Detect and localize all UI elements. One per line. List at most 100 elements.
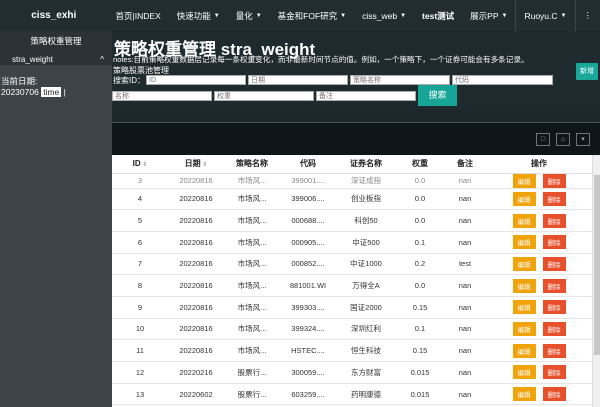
cell-security-name: 东方财富	[336, 361, 396, 384]
table-row[interactable]: 8 20220816 市场风... 881001.WI 万得全A 0.0 nan 编辑 删除	[112, 274, 592, 297]
delete-button[interactable]: 删除	[542, 278, 566, 293]
cell-weight: 0.0	[396, 173, 444, 189]
cell-code: HSTEC....	[280, 339, 336, 362]
cell-date: 20220216	[168, 361, 224, 384]
cell-weight: 0.1	[396, 318, 444, 341]
home-icon[interactable]: ⌂	[556, 133, 570, 146]
date-input[interactable]	[248, 75, 348, 85]
table-row[interactable]: 13 20220602 股票行... 603259.... 药明康德 0.015 nan 编辑…	[112, 383, 592, 406]
nav-item-5[interactable]: test测试	[414, 10, 462, 22]
table-row[interactable]: 7 20220816 市场风... 000852.... 中证1000 0.2 test 编辑…	[112, 253, 592, 276]
column-header-2[interactable]: 策略名称	[224, 155, 280, 174]
brand-logo[interactable]: ciss_exhi	[0, 10, 108, 21]
nav-item-6[interactable]: 展示PP ▼	[462, 10, 515, 22]
id-input[interactable]	[146, 75, 246, 85]
cell-weight: 0.15	[396, 339, 444, 362]
cell-strategy: 市场风...	[224, 231, 280, 254]
delete-button[interactable]: 删除	[542, 343, 566, 358]
table-row[interactable]: 5 20220816 市场风... 000688.... 科创50 0.0 nan 编辑 删除	[112, 209, 592, 232]
column-header-5[interactable]: 权重	[396, 155, 444, 174]
delete-button[interactable]: 删除	[542, 173, 566, 188]
cell-security-name: 深证成指	[336, 173, 396, 189]
edit-button[interactable]: 编辑	[512, 300, 536, 315]
remark-input[interactable]	[316, 91, 416, 101]
column-header-0[interactable]: ID ⇕	[112, 155, 168, 174]
sidebar-item-label: stra_weight	[12, 54, 53, 64]
column-header-6[interactable]: 备注	[444, 155, 486, 174]
delete-button[interactable]: 删除	[542, 300, 566, 315]
date-value-row: 20230706 time |	[1, 87, 112, 98]
more-menu-icon[interactable]: ⋮	[576, 10, 600, 21]
nav-item-3[interactable]: 基金和FOF研究 ▼	[270, 10, 354, 22]
cell-date: 20220602	[168, 383, 224, 406]
delete-button[interactable]: 删除	[542, 365, 566, 380]
edit-button[interactable]: 编辑	[512, 278, 536, 293]
edit-button[interactable]: 编辑	[512, 213, 536, 228]
table-row[interactable]: 12 20220216 股票行... 300059.... 东方财富 0.015 nan 编辑…	[112, 361, 592, 384]
add-button[interactable]: 新增	[576, 63, 598, 80]
delete-button[interactable]: 删除	[542, 387, 566, 402]
columns-dropdown-icon[interactable]: ▾	[576, 133, 590, 146]
table-row[interactable]: 3 20220816 市场风... 399001.... 深证成指 0.0 nan 编辑 删除	[112, 173, 592, 189]
nav-item-1[interactable]: 快速功能 ▼	[169, 10, 228, 22]
table-row[interactable]: 9 20220816 市场风... 399303.... 国证2000 0.15 nan 编辑…	[112, 296, 592, 319]
edit-button[interactable]: 编辑	[512, 235, 536, 250]
sidebar-item-stra-weight[interactable]: stra_weight ^	[0, 53, 112, 65]
sort-icon[interactable]: ⇕	[141, 162, 147, 168]
cell-actions: 编辑 删除	[486, 274, 592, 297]
current-date-panel: 当前日期: 20230706 time |	[0, 65, 112, 98]
edit-button[interactable]: 编辑	[512, 365, 536, 380]
vertical-scrollbar[interactable]	[592, 155, 600, 407]
column-header-label: 证券名称	[350, 159, 382, 169]
column-header-label: 策略名称	[236, 159, 268, 169]
nav-item-0[interactable]: 首页|INDEX	[108, 10, 169, 22]
sidebar: 策略权重管理 stra_weight ^ 当前日期: 20230706 time…	[0, 31, 112, 407]
cell-strategy: 市场风...	[224, 173, 280, 189]
table-row[interactable]: 10 20220816 市场风... 399324.... 深圳红利 0.1 nan 编辑 删除	[112, 318, 592, 341]
column-header-3[interactable]: 代码	[280, 155, 336, 174]
cell-id: 12	[112, 361, 168, 384]
edit-button[interactable]: 编辑	[512, 321, 536, 336]
edit-button[interactable]: 编辑	[512, 343, 536, 358]
code-input[interactable]	[452, 75, 553, 85]
delete-button[interactable]: 删除	[542, 321, 566, 336]
delete-button[interactable]: 删除	[542, 235, 566, 250]
toggle-view-icon[interactable]: □	[536, 133, 550, 146]
sort-icon[interactable]: ⇕	[201, 162, 207, 168]
delete-button[interactable]: 删除	[542, 191, 566, 206]
chevron-down-icon: ▼	[400, 12, 407, 19]
search-button[interactable]: 搜索	[418, 85, 457, 106]
table-row[interactable]: 6 20220816 市场风... 000905.... 中证500 0.1 nan 编辑 删除	[112, 231, 592, 254]
nav-item-label: 展示PP	[470, 10, 499, 21]
scrollbar-thumb[interactable]	[594, 175, 600, 355]
cell-date: 20220816	[168, 188, 224, 211]
table-toolbar: □ ⌂ ▾	[112, 122, 600, 155]
column-header-7[interactable]: 操作	[486, 155, 592, 174]
chevron-down-icon: ▼	[213, 12, 220, 19]
table-row[interactable]: 4 20220816 市场风... 399006.... 创业板指 0.0 nan 编辑 删除	[112, 188, 592, 211]
cell-actions: 编辑 删除	[486, 339, 592, 362]
nav-item-2[interactable]: 量化 ▼	[228, 10, 270, 22]
edit-button[interactable]: 编辑	[512, 256, 536, 271]
weight-input[interactable]	[214, 91, 314, 101]
cell-security-name: 科创50	[336, 209, 396, 232]
delete-button[interactable]: 删除	[542, 256, 566, 271]
cell-code: 000852....	[280, 253, 336, 276]
strategy-name-input[interactable]	[350, 75, 450, 85]
security-name-input[interactable]	[112, 91, 212, 101]
column-header-1[interactable]: 日期 ⇕	[168, 155, 224, 174]
edit-button[interactable]: 编辑	[512, 387, 536, 402]
delete-button[interactable]: 删除	[542, 213, 566, 228]
nav-item-4[interactable]: ciss_web ▼	[354, 11, 414, 21]
edit-button[interactable]: 编辑	[512, 191, 536, 206]
cell-date: 20220816	[168, 339, 224, 362]
cell-actions: 编辑 删除	[486, 209, 592, 232]
date-label: 当前日期:	[1, 76, 38, 86]
column-header-4[interactable]: 证券名称	[336, 155, 396, 174]
cell-date: 20220816	[168, 274, 224, 297]
sidebar-title[interactable]: 策略权重管理	[0, 33, 112, 53]
user-menu[interactable]: Ruoyu.C ▼	[516, 11, 574, 21]
table-row[interactable]: 11 20220816 市场风... HSTEC.... 恒生科技 0.15 nan 编辑 删除	[112, 339, 592, 362]
edit-button[interactable]: 编辑	[512, 173, 536, 188]
cell-weight: 0.015	[396, 361, 444, 384]
